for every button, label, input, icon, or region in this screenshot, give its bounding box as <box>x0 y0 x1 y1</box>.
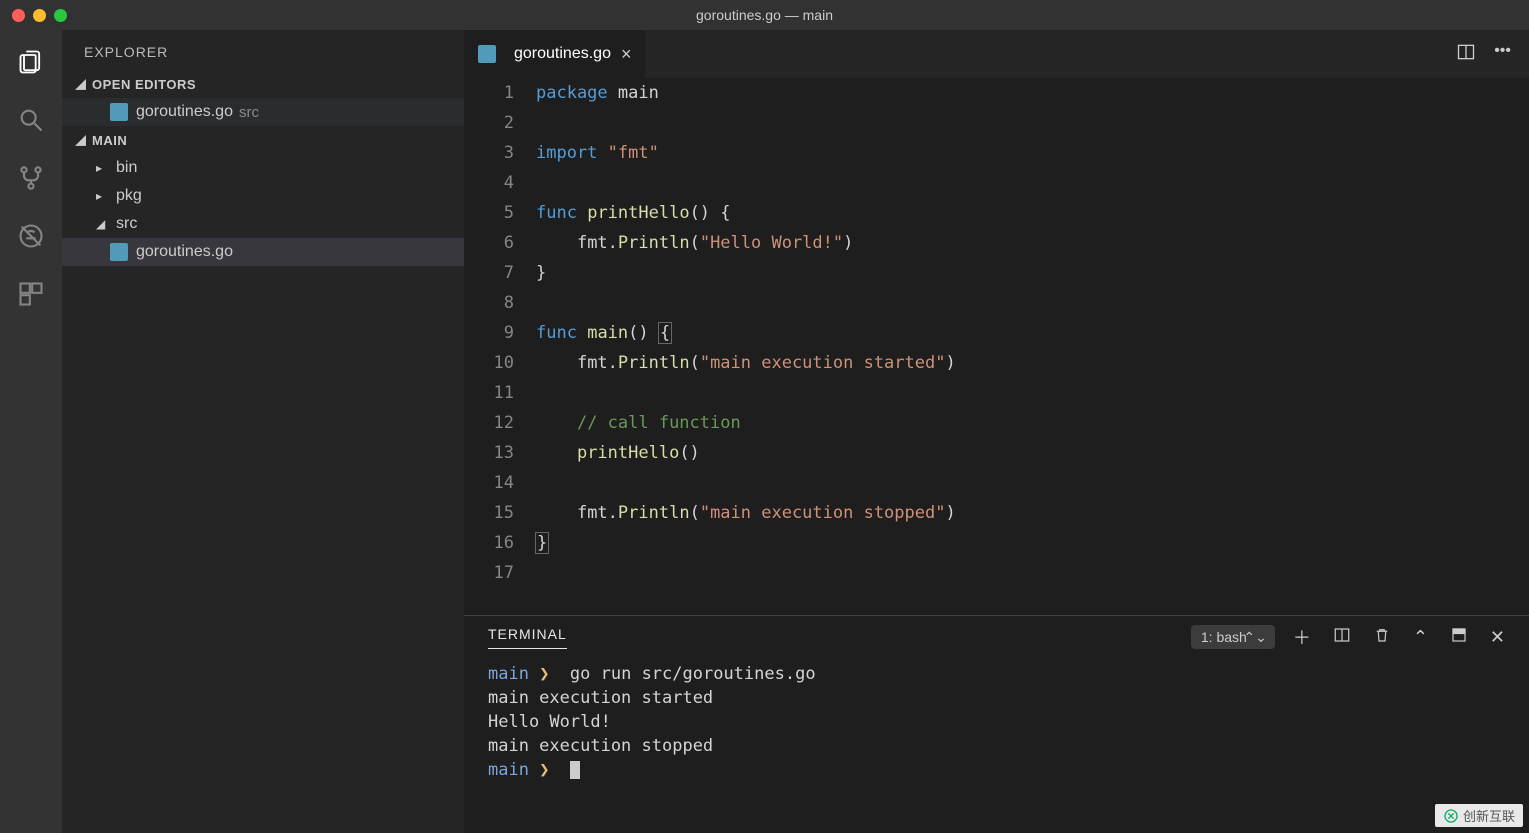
split-editor-icon[interactable] <box>1456 42 1476 67</box>
minimize-window-icon[interactable] <box>33 9 46 22</box>
watermark-text: 创新互联 <box>1463 806 1515 825</box>
tree-file-goroutines[interactable]: goroutines.go <box>62 238 464 266</box>
close-tab-icon[interactable]: × <box>621 44 632 65</box>
terminal-tab[interactable]: TERMINAL <box>488 626 567 649</box>
chevron-down-icon: ◢ <box>74 76 88 92</box>
open-editor-path: src <box>239 104 259 121</box>
open-editors-header[interactable]: ◢ OPEN EDITORS <box>62 70 464 98</box>
terminal-shell-select[interactable]: 1: bash ⌃⌄ <box>1191 625 1275 649</box>
workspace-label: MAIN <box>92 133 127 148</box>
activity-bar <box>0 30 62 833</box>
code-content[interactable]: package main import "fmt" func printHell… <box>536 78 1529 615</box>
chevron-updown-icon: ⌃⌄ <box>1243 629 1266 646</box>
open-editor-item[interactable]: goroutines.go src <box>62 98 464 126</box>
tree-item-label: bin <box>116 159 137 177</box>
chevron-right-icon: ▸ <box>96 161 110 175</box>
go-file-icon <box>478 45 496 63</box>
chevron-down-icon: ◢ <box>96 217 110 231</box>
go-file-icon <box>110 243 128 261</box>
open-editor-name: goroutines.go <box>136 103 233 121</box>
terminal-panel: TERMINAL 1: bash ⌃⌄ ＋ ⌃ <box>464 615 1529 833</box>
debug-icon[interactable] <box>15 220 47 252</box>
go-file-icon <box>110 103 128 121</box>
code-editor[interactable]: 1234567891011121314151617 package main i… <box>464 78 1529 615</box>
tab-label: goroutines.go <box>514 45 611 63</box>
tree-folder-bin[interactable]: ▸ bin <box>62 154 464 182</box>
split-terminal-icon[interactable] <box>1333 626 1351 649</box>
explorer-icon[interactable] <box>15 46 47 78</box>
terminal-header: TERMINAL 1: bash ⌃⌄ ＋ ⌃ <box>464 616 1529 658</box>
close-window-icon[interactable] <box>12 9 25 22</box>
tree-item-label: pkg <box>116 187 142 205</box>
collapse-panel-icon[interactable]: ⌃ <box>1413 627 1428 648</box>
more-actions-icon[interactable]: ••• <box>1494 42 1511 67</box>
terminal-shell-label: 1: bash <box>1201 629 1247 645</box>
workspace-header[interactable]: ◢ MAIN <box>62 126 464 154</box>
watermark: 创新互联 <box>1435 804 1523 827</box>
tree-item-label: goroutines.go <box>136 243 233 261</box>
tab-bar: goroutines.go × ••• <box>464 30 1529 78</box>
open-editors-label: OPEN EDITORS <box>92 77 196 92</box>
chevron-right-icon: ▸ <box>96 189 110 203</box>
search-icon[interactable] <box>15 104 47 136</box>
tree-folder-pkg[interactable]: ▸ pkg <box>62 182 464 210</box>
titlebar: goroutines.go — main <box>0 0 1529 30</box>
window-controls <box>12 9 67 22</box>
chevron-down-icon: ◢ <box>74 132 88 148</box>
editor-group: goroutines.go × ••• 12345678910111213141… <box>464 30 1529 833</box>
line-gutter: 1234567891011121314151617 <box>464 78 536 615</box>
source-control-icon[interactable] <box>15 162 47 194</box>
window-title: goroutines.go — main <box>696 7 833 23</box>
sidebar-title: EXPLORER <box>62 30 464 70</box>
sidebar: EXPLORER ◢ OPEN EDITORS goroutines.go sr… <box>62 30 464 833</box>
close-panel-icon[interactable]: ✕ <box>1490 627 1505 648</box>
kill-terminal-icon[interactable] <box>1373 626 1391 649</box>
tree-folder-src[interactable]: ◢ src <box>62 210 464 238</box>
tree-item-label: src <box>116 215 137 233</box>
extensions-icon[interactable] <box>15 278 47 310</box>
tab-goroutines[interactable]: goroutines.go × <box>464 30 645 78</box>
tab-actions: ••• <box>1456 42 1529 67</box>
maximize-window-icon[interactable] <box>54 9 67 22</box>
new-terminal-icon[interactable]: ＋ <box>1293 624 1311 650</box>
terminal-actions: ＋ ⌃ ✕ <box>1293 624 1505 650</box>
maximize-panel-icon[interactable] <box>1450 626 1468 649</box>
terminal-body[interactable]: main ❯ go run src/goroutines.gomain exec… <box>464 658 1529 833</box>
